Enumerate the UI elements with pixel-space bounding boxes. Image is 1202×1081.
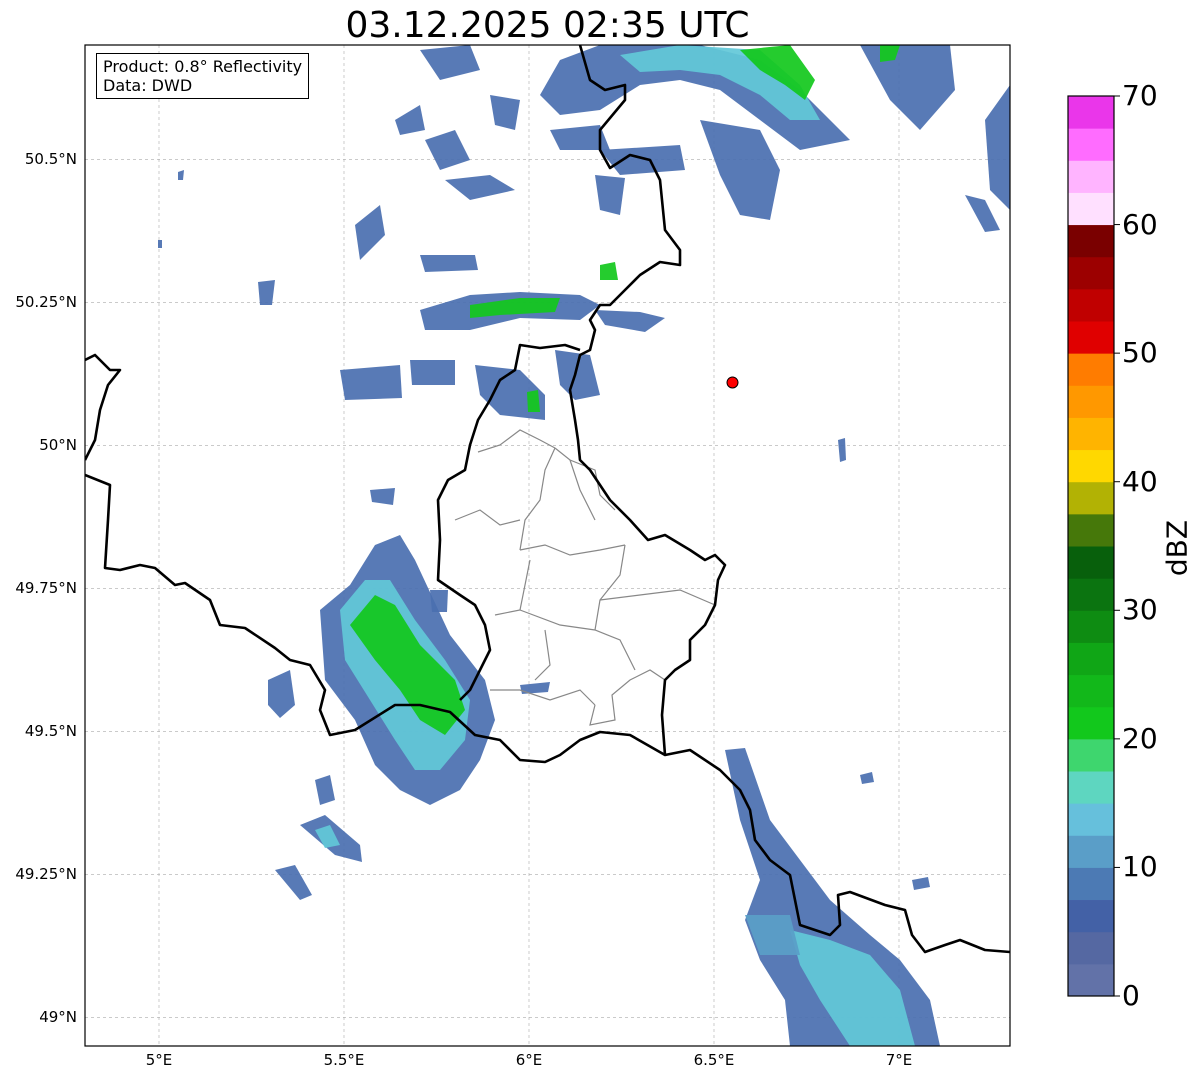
colorbar-segment [1068, 353, 1114, 386]
colorbar-tick-label: 30 [1122, 593, 1158, 627]
colorbar-segment [1068, 867, 1114, 901]
colorbar-segment [1068, 96, 1114, 129]
colorbar-segment [1068, 610, 1114, 643]
lon-tick-label: 5°E [145, 1051, 173, 1069]
echo-cell [985, 85, 1010, 210]
radar-map [84, 44, 1120, 1047]
colorbar-segment [1068, 256, 1114, 290]
product-label: Product: 0.8° Reflectivity [103, 57, 303, 76]
echo-cell [425, 130, 470, 170]
colorbar-segment [1068, 674, 1114, 708]
colorbar-segment [1068, 288, 1114, 322]
echo-cell [430, 590, 448, 612]
lat-tick-label: 49.5°N [24, 722, 77, 741]
location-marker [726, 376, 739, 389]
colorbar-label: dBZ [1160, 519, 1194, 577]
echo-cell [315, 775, 335, 805]
colorbar-segment [1068, 578, 1114, 611]
colorbar-segment [1068, 385, 1114, 418]
echo-cell [370, 488, 395, 505]
colorbar-segment [1068, 899, 1114, 933]
colorbar-tick-label: 0 [1122, 979, 1140, 1012]
colorbar-segment [1068, 835, 1114, 868]
echo-cell [555, 350, 600, 400]
colorbar-tick-label: 70 [1122, 79, 1158, 112]
colorbar-segment [1068, 931, 1114, 965]
echo-cell [860, 45, 955, 130]
colorbar-segment [1068, 803, 1114, 836]
echo-cell [410, 360, 455, 385]
echo-cell [700, 120, 780, 220]
colorbar-tick-label: 10 [1122, 850, 1158, 884]
colorbar-segment [1068, 963, 1114, 997]
colorbar-segment [1068, 321, 1114, 354]
echo-cell [595, 310, 665, 332]
echo-cell [258, 280, 275, 305]
colorbar-segment [1068, 449, 1114, 483]
colorbar-segment [1068, 513, 1114, 547]
lat-tick-label: 50°N [39, 436, 77, 455]
colorbar-segment [1068, 128, 1114, 161]
colorbar-segment [1068, 417, 1114, 451]
colorbar-segment [1068, 224, 1114, 258]
echo-cell [595, 175, 625, 215]
lat-tick-label: 50.5°N [24, 150, 77, 169]
echo-cell [520, 682, 550, 694]
lat-tick-label: 49°N [39, 1008, 77, 1027]
colorbar-segment [1068, 706, 1114, 740]
echo-cell [275, 865, 312, 900]
echo-cell [268, 670, 295, 718]
colorbar-tick-label: 50 [1122, 336, 1158, 370]
echo-cell [838, 438, 846, 462]
colorbar-tick-label: 20 [1122, 721, 1158, 755]
echo-cell [600, 145, 685, 175]
echo-cell [527, 390, 540, 412]
echo-cell [395, 105, 425, 135]
colorbar-tick-label: 60 [1122, 207, 1158, 241]
radar-echoes [158, 45, 1010, 1046]
echo-cell [860, 772, 874, 784]
lon-tick-label: 5.5°E [323, 1051, 365, 1069]
lon-tick-label: 7°E [885, 1051, 913, 1069]
echo-cell [965, 195, 1000, 232]
colorbar-segment [1068, 192, 1114, 226]
district-borders [454, 429, 716, 726]
echo-cell [420, 45, 480, 80]
country-borders [85, 45, 1010, 954]
lon-tick-label: 6°E [515, 1051, 543, 1069]
colorbar-segment [1068, 642, 1114, 676]
echo-cell [490, 95, 520, 130]
echo-cell [355, 205, 385, 260]
colorbar-segment [1068, 546, 1114, 579]
colorbar-segment [1068, 481, 1114, 515]
echo-cell [158, 240, 162, 248]
echo-cell [445, 175, 515, 200]
echo-cell [340, 365, 402, 400]
echo-cell [420, 255, 478, 272]
lat-tick-label: 49.25°N [15, 865, 77, 884]
echo-cell [600, 262, 618, 280]
echo-cell [178, 170, 184, 180]
colorbar-tick-label: 40 [1122, 464, 1158, 498]
lat-tick-label: 50.25°N [15, 293, 77, 312]
data-source-label: Data: DWD [103, 76, 193, 95]
colorbar-segment [1068, 738, 1114, 772]
lon-tick-label: 6.5°E [693, 1051, 735, 1069]
product-info-box: Product: 0.8° Reflectivity Data: DWD [96, 53, 310, 99]
colorbar-segment [1068, 160, 1114, 193]
lat-tick-label: 49.75°N [15, 579, 77, 598]
echo-cell [912, 877, 930, 890]
colorbar-segment [1068, 771, 1114, 804]
colorbar [1068, 95, 1120, 997]
